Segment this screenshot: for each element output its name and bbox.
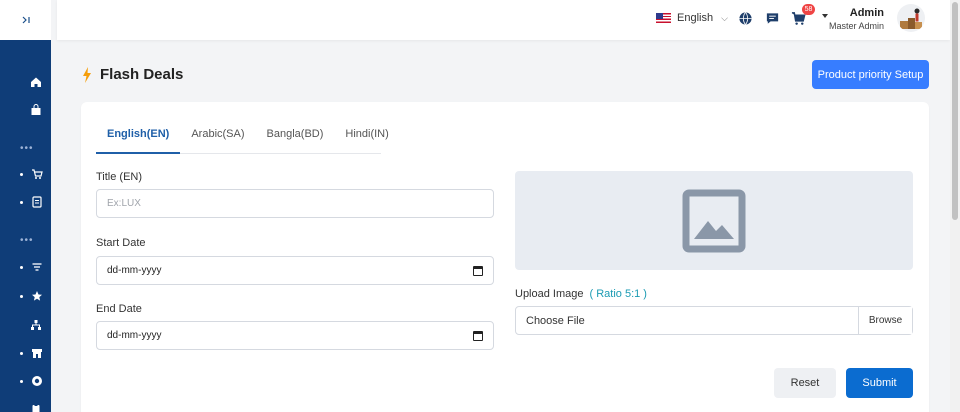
reset-button[interactable]: Reset: [774, 368, 836, 398]
sidebar-section-divider: •••: [0, 139, 51, 157]
image-preview: [515, 171, 913, 270]
globe-icon[interactable]: [738, 11, 753, 26]
sidebar-item-stores[interactable]: [0, 344, 51, 362]
sidebar: ••• •••: [0, 0, 51, 412]
page-title: Flash Deals: [100, 66, 184, 83]
calendar-icon[interactable]: [473, 331, 483, 341]
cart-icon: [32, 169, 43, 179]
bullet-icon: [20, 265, 23, 269]
document-icon: [32, 196, 42, 208]
collapse-toggle-icon: [22, 16, 30, 24]
ellipsis-icon: •••: [20, 142, 34, 154]
sidebar-section-divider: •••: [0, 231, 51, 249]
upload-image-label: Upload Image ( Ratio 5:1 ): [515, 288, 647, 300]
end-date-label: End Date: [96, 303, 142, 315]
bullet-icon: [20, 351, 23, 355]
submit-button[interactable]: Submit: [846, 368, 913, 398]
chevron-down-icon: ⌵: [721, 12, 728, 23]
lightning-icon: [83, 66, 91, 83]
bullet-icon: [20, 294, 23, 298]
page-scrollbar[interactable]: [950, 0, 960, 412]
image-placeholder-icon: [682, 189, 746, 252]
browse-button[interactable]: Browse: [858, 307, 912, 334]
bullet-icon: [20, 200, 23, 204]
language-tabs: English(EN) Arabic(SA) Bangla(BD) Hindi(…: [96, 118, 389, 154]
star-icon: [32, 291, 42, 301]
title-input[interactable]: Ex:LUX: [96, 189, 494, 218]
hierarchy-icon: [31, 320, 41, 330]
page-header: Flash Deals: [82, 66, 183, 83]
ratio-hint: ( Ratio 5:1 ): [589, 288, 647, 300]
sidebar-nav: ••• •••: [0, 40, 51, 412]
us-flag-icon: [656, 13, 671, 23]
product-priority-setup-button[interactable]: Product priority Setup: [812, 60, 929, 89]
choose-file-text: Choose File: [526, 315, 585, 327]
end-date-input[interactable]: dd-mm-yyyy: [96, 321, 494, 350]
title-label: Title (EN): [96, 171, 143, 183]
sidebar-item-orders[interactable]: [0, 165, 51, 183]
admin-role: Master Admin: [828, 21, 884, 31]
shopping-bag-icon: [31, 104, 41, 115]
clipboard-icon: [32, 404, 40, 412]
sidebar-item-support[interactable]: [0, 372, 51, 390]
ellipsis-icon: •••: [20, 234, 34, 246]
sidebar-item-categories[interactable]: [0, 258, 51, 276]
sidebar-item-brands[interactable]: [0, 287, 51, 305]
cart-count-badge: 58: [802, 4, 815, 15]
sidebar-item-refunds[interactable]: [0, 193, 51, 211]
admin-name[interactable]: Admin: [850, 7, 884, 19]
sidebar-toggle[interactable]: [0, 0, 51, 40]
calendar-icon[interactable]: [473, 266, 483, 276]
file-input[interactable]: Choose File Browse: [515, 306, 913, 335]
sidebar-item-reports[interactable]: [0, 400, 51, 412]
start-date-label: Start Date: [96, 237, 146, 249]
store-icon: [32, 349, 42, 358]
bullet-icon: [20, 172, 23, 176]
support-icon: [32, 376, 42, 386]
top-header: English ⌵ 58 Admin Master Admin: [57, 0, 950, 40]
sidebar-item-attributes[interactable]: [0, 316, 51, 334]
caret-down-icon[interactable]: [822, 14, 828, 18]
title-placeholder: Ex:LUX: [107, 198, 141, 209]
upload-image-text: Upload Image: [515, 288, 584, 300]
avatar[interactable]: [897, 4, 925, 32]
tab-hindi[interactable]: Hindi(IN): [334, 118, 399, 154]
language-label: English: [677, 12, 714, 24]
filter-icon: [32, 263, 42, 271]
flash-deal-form-card: English(EN) Arabic(SA) Bangla(BD) Hindi(…: [81, 102, 929, 412]
start-date-value: dd-mm-yyyy: [107, 265, 162, 276]
start-date-input[interactable]: dd-mm-yyyy: [96, 256, 494, 285]
avatar-image-icon: [900, 8, 922, 29]
message-icon[interactable]: [765, 11, 780, 26]
end-date-value: dd-mm-yyyy: [107, 330, 162, 341]
language-selector[interactable]: English ⌵: [656, 12, 728, 24]
tab-english[interactable]: English(EN): [96, 118, 181, 154]
home-icon: [31, 77, 41, 87]
tab-bangla[interactable]: Bangla(BD): [256, 118, 335, 154]
scrollbar-thumb[interactable]: [952, 2, 958, 220]
sidebar-item-dashboard[interactable]: [0, 73, 51, 91]
tab-arabic[interactable]: Arabic(SA): [180, 118, 255, 154]
bullet-icon: [20, 379, 23, 383]
sidebar-item-pos[interactable]: [0, 101, 51, 119]
